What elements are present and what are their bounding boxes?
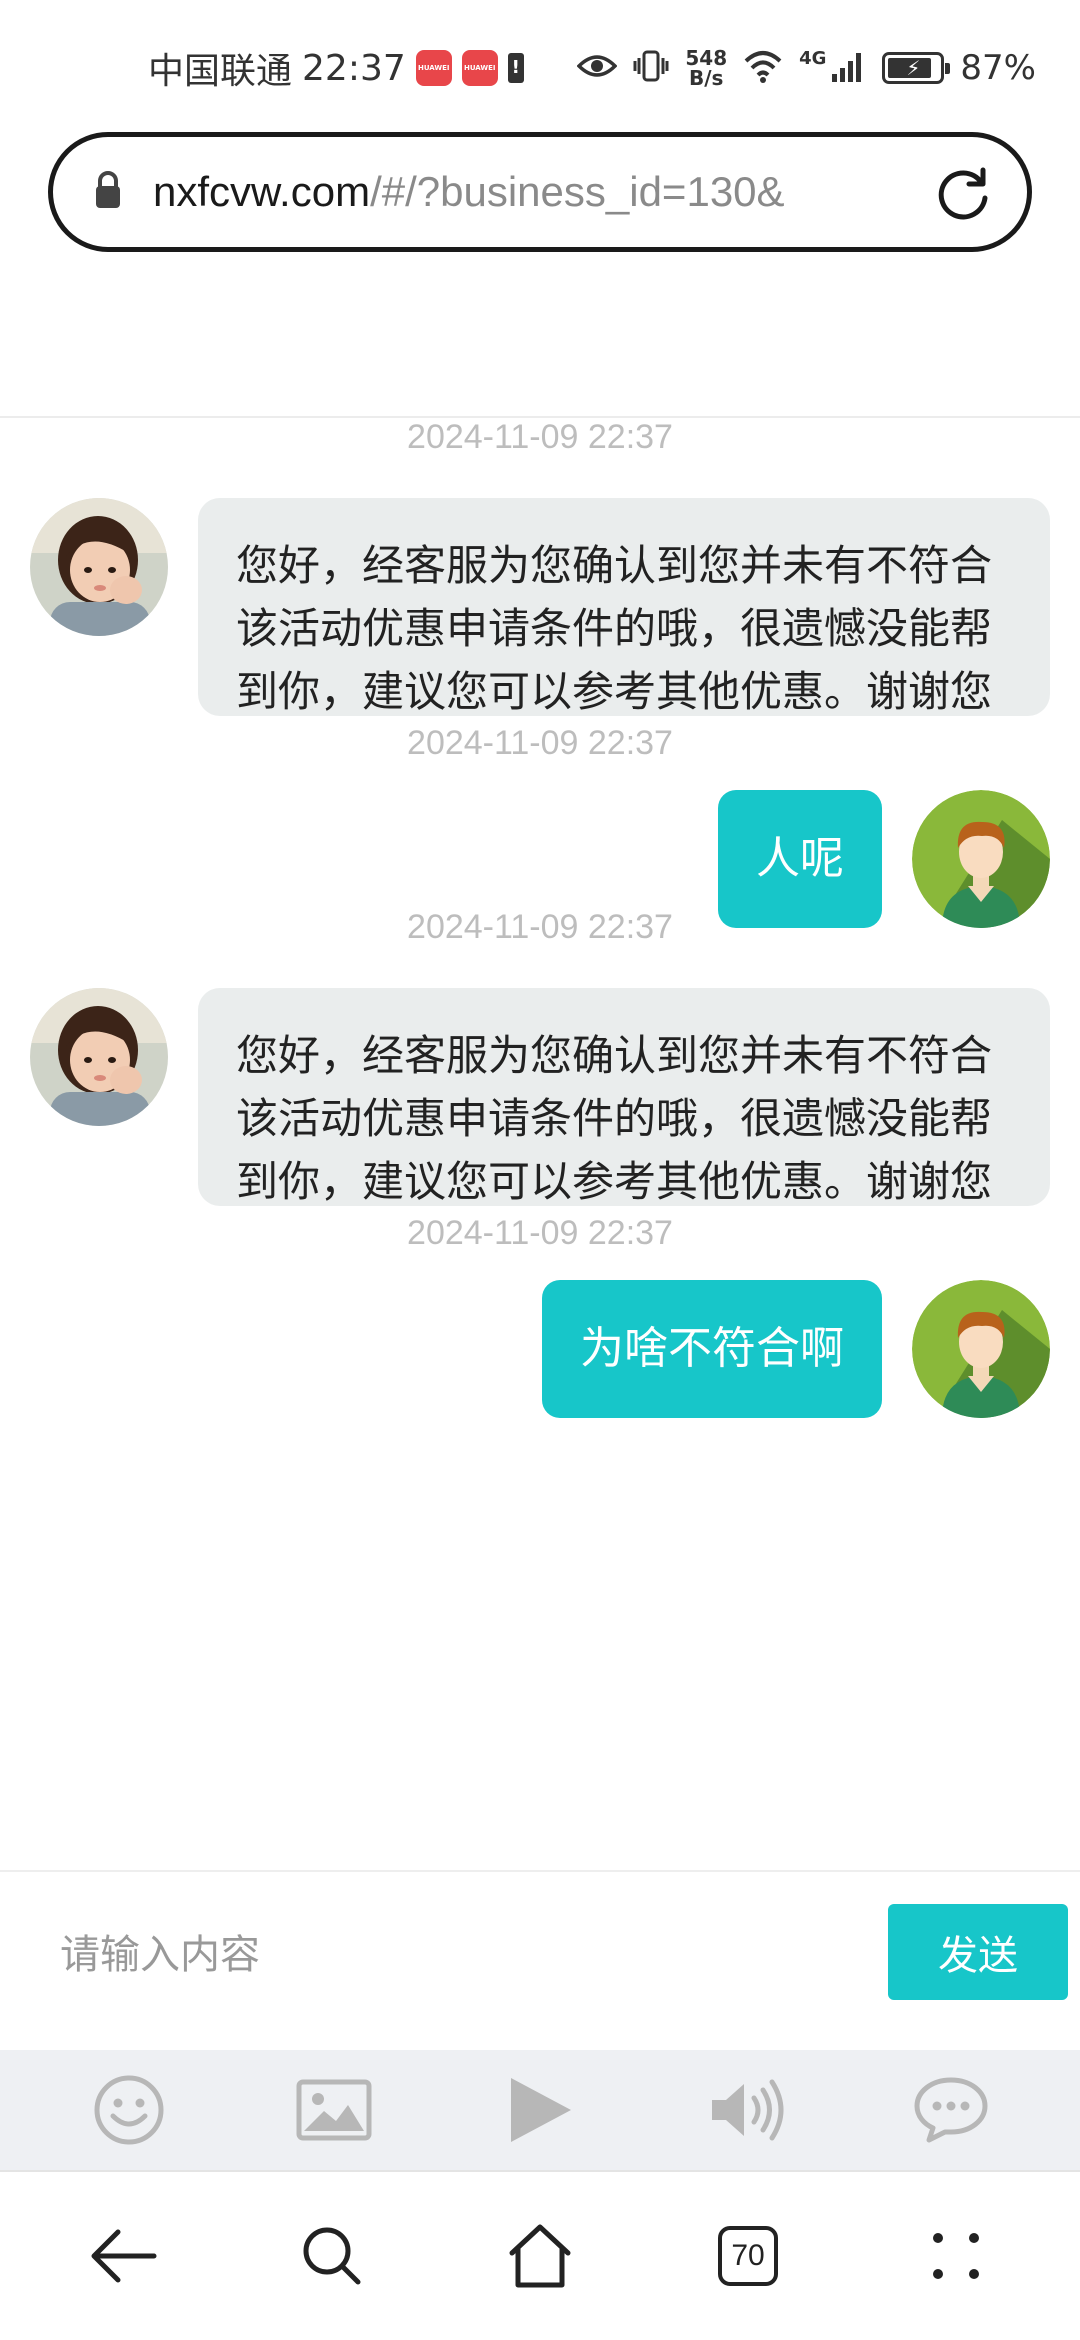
- alert-notification-icon: !: [507, 53, 524, 83]
- outgoing-message-text: 为啥不符合啊: [580, 1323, 844, 1374]
- charging-bolt-icon: ⚡: [906, 56, 921, 80]
- message-timestamp: 2024-11-09 22:37: [407, 724, 673, 762]
- url-host: nxfcvw.com: [153, 168, 371, 215]
- agent-avatar[interactable]: [30, 498, 168, 636]
- message-composer: 发送: [0, 1872, 1080, 2050]
- vibrate-icon: [633, 48, 669, 88]
- message-timestamp: 2024-11-09 22:37: [407, 1214, 673, 1252]
- eye-icon: [576, 52, 618, 84]
- tabs-button[interactable]: 70: [688, 2196, 808, 2316]
- lock-icon: [93, 170, 123, 214]
- agent-avatar[interactable]: [30, 988, 168, 1126]
- clock: 22:37: [302, 47, 406, 89]
- reload-icon[interactable]: [931, 160, 995, 224]
- send-button[interactable]: 发送: [888, 1904, 1068, 2000]
- search-icon[interactable]: [272, 2196, 392, 2316]
- huawei-app-notification-icon: HUAWEI: [415, 50, 452, 86]
- network-speed: 548 B/s: [685, 48, 727, 88]
- incoming-message-bubble[interactable]: 您好，经客服为您确认到您并未有不符合该活动优惠申请条件的哦，很遗憾没能帮到你，建…: [198, 498, 1050, 716]
- wifi-icon: [743, 49, 783, 87]
- huawei-app-notification-icon: HUAWEI: [461, 50, 498, 86]
- more-menu-icon[interactable]: [896, 2196, 1016, 2316]
- tab-count: 70: [718, 2226, 778, 2286]
- carrier-name: 中国联通: [148, 51, 293, 92]
- chat-bubble-icon[interactable]: [896, 2055, 1006, 2165]
- network-speed-unit: B/s: [689, 66, 724, 90]
- home-icon[interactable]: [480, 2196, 600, 2316]
- message-input[interactable]: [30, 1910, 850, 2000]
- message-timestamp: 2024-11-09 22:37: [407, 418, 673, 456]
- status-left: 中国联通 22:37 HUAWEI HUAWEI !: [148, 44, 524, 92]
- outgoing-message-bubble[interactable]: 为啥不符合啊: [542, 1280, 882, 1418]
- browser-nav-bar: 70: [0, 2172, 1080, 2340]
- user-avatar[interactable]: [912, 1280, 1050, 1418]
- cell-signal-icon: [830, 50, 866, 86]
- url-path: /#/?business_id=130&: [370, 168, 785, 215]
- status-right: 548 B/s 4G ⚡ 87%: [576, 44, 1036, 92]
- battery-icon: ⚡: [882, 52, 951, 84]
- url-text[interactable]: nxfcvw.com/#/?business_id=130&: [153, 168, 931, 216]
- incoming-message-text: 您好，经客服为您确认到您并未有不符合该活动优惠申请条件的哦，很遗憾没能帮到你，建…: [236, 1031, 993, 1206]
- address-bar[interactable]: nxfcvw.com/#/?business_id=130&: [48, 132, 1032, 252]
- signal-type: 4G: [799, 47, 827, 69]
- chat-toolbar: [0, 2050, 1080, 2170]
- image-icon[interactable]: [279, 2055, 389, 2165]
- status-bar: 中国联通 22:37 HUAWEI HUAWEI ! 548 B/s 4G ⚡ …: [0, 0, 1080, 130]
- message-timestamp: 2024-11-09 22:37: [407, 908, 673, 946]
- video-play-icon[interactable]: [485, 2055, 595, 2165]
- back-arrow-icon[interactable]: [64, 2196, 184, 2316]
- volume-icon[interactable]: [691, 2055, 801, 2165]
- battery-percent: 87%: [960, 48, 1036, 88]
- network-speed-value: 548: [685, 46, 728, 70]
- incoming-message-bubble[interactable]: 您好，经客服为您确认到您并未有不符合该活动优惠申请条件的哦，很遗憾没能帮到你，建…: [198, 988, 1050, 1206]
- incoming-message-text: 您好，经客服为您确认到您并未有不符合该活动优惠申请条件的哦，很遗憾没能帮到你，建…: [236, 541, 993, 716]
- chat-message-list[interactable]: 2024-11-09 22:37 您好，经客服为您确认到您并未有不符合该活动优惠…: [0, 418, 1080, 1870]
- outgoing-message-text: 人呢: [756, 833, 844, 884]
- emoji-icon[interactable]: [74, 2055, 184, 2165]
